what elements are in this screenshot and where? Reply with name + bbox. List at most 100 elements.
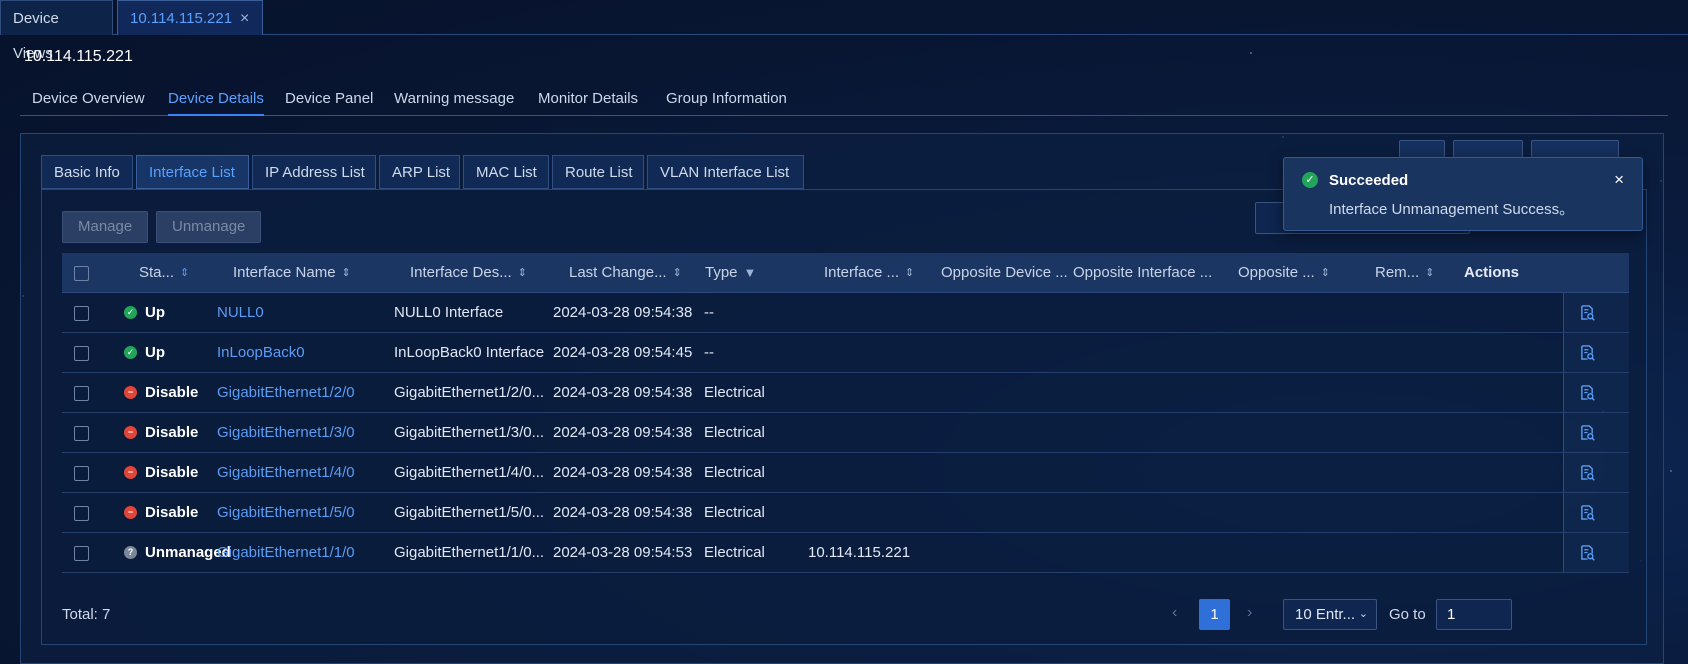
row-checkbox[interactable] bbox=[74, 346, 89, 361]
actions-cell bbox=[1563, 293, 1629, 332]
table-row: − Disable GigabitEthernet1/2/0 GigabitEther… bbox=[62, 373, 1629, 413]
interface-name-link[interactable]: NULL0 bbox=[217, 293, 264, 333]
subtab-ip-address-list[interactable]: IP Address List bbox=[252, 155, 376, 189]
check-circle-icon: ✓ bbox=[124, 345, 137, 359]
table-row: ✓ Up NULL0 NULL0 Interface 2024-03-28 09:54:… bbox=[62, 293, 1629, 333]
tab-device-details[interactable]: Device Details bbox=[168, 90, 264, 116]
header-opposite-interface[interactable]: Opposite Interface ... bbox=[1073, 253, 1212, 293]
subtab-mac-list[interactable]: MAC List bbox=[463, 155, 549, 189]
header-last-change[interactable]: Last Change... ⇕ bbox=[569, 253, 682, 293]
prev-page-icon[interactable]: ‹ bbox=[1172, 604, 1177, 622]
row-checkbox[interactable] bbox=[74, 506, 89, 521]
interface-type: Electrical bbox=[704, 424, 765, 441]
select-all-checkbox[interactable] bbox=[74, 266, 89, 281]
header-label: Opposite ... bbox=[1238, 264, 1315, 281]
subtab-arp-list[interactable]: ARP List bbox=[379, 155, 460, 189]
interface-name-link[interactable]: GigabitEthernet1/2/0 bbox=[217, 373, 355, 413]
minus-circle-icon: − bbox=[124, 465, 137, 479]
page-size-select[interactable]: 10 Entr... ⌄ bbox=[1283, 599, 1377, 630]
page-number-button[interactable]: 1 bbox=[1199, 599, 1230, 630]
sort-icon[interactable]: ⇕ bbox=[180, 268, 189, 279]
close-icon[interactable]: × bbox=[1614, 170, 1624, 190]
last-change-time: 2024-03-28 09:54:38 bbox=[553, 304, 693, 321]
row-checkbox[interactable] bbox=[74, 306, 89, 321]
device-tabs: Device Overview Device Details Device Pa… bbox=[20, 84, 1668, 116]
actions-cell bbox=[1563, 333, 1629, 372]
toast-message: Interface Unmanagement Success。 bbox=[1329, 201, 1575, 218]
check-circle-icon: ✓ bbox=[124, 305, 137, 319]
subtab-route-list[interactable]: Route List bbox=[552, 155, 644, 189]
header-actions: Actions bbox=[1464, 264, 1520, 281]
page-size-value: 10 Entr... bbox=[1295, 606, 1356, 623]
unmanage-button[interactable]: Unmanage bbox=[156, 211, 262, 243]
detail-search-icon[interactable] bbox=[1580, 305, 1595, 321]
interface-description: NULL0 Interface bbox=[394, 304, 504, 321]
detail-search-icon[interactable] bbox=[1580, 545, 1595, 561]
detail-search-icon[interactable] bbox=[1580, 345, 1595, 361]
header-opposite[interactable]: Opposite ... ⇕ bbox=[1238, 253, 1330, 293]
detail-search-icon[interactable] bbox=[1580, 385, 1595, 401]
interface-name-link[interactable]: GigabitEthernet1/4/0 bbox=[217, 453, 355, 493]
minus-circle-icon: − bbox=[124, 385, 137, 399]
interface-type: Electrical bbox=[704, 384, 765, 401]
header-status[interactable]: Sta... ⇕ bbox=[139, 253, 189, 293]
minus-circle-icon: − bbox=[124, 425, 137, 439]
detail-search-icon[interactable] bbox=[1580, 505, 1595, 521]
header-label: Sta... bbox=[139, 264, 175, 281]
status-cell: − Disable bbox=[124, 493, 198, 533]
goto-page-input[interactable] bbox=[1436, 599, 1512, 630]
next-page-icon[interactable]: › bbox=[1247, 604, 1252, 622]
subtab-vlan-interface-list[interactable]: VLAN Interface List bbox=[647, 155, 804, 189]
sort-icon[interactable]: ⇕ bbox=[905, 268, 914, 279]
minus-circle-icon: − bbox=[124, 505, 137, 519]
header-interface[interactable]: Interface ... ⇕ bbox=[824, 253, 914, 293]
interface-name-link[interactable]: GigabitEthernet1/1/0 bbox=[217, 533, 355, 573]
header-type[interactable]: Type ▼ bbox=[705, 253, 756, 293]
header-interface-name[interactable]: Interface Name ⇕ bbox=[233, 253, 351, 293]
interface-description: InLoopBack0 Interface bbox=[394, 344, 545, 361]
subtab-basic-info[interactable]: Basic Info bbox=[41, 155, 133, 189]
sort-icon[interactable]: ⇕ bbox=[1321, 268, 1330, 279]
tab-warning-message[interactable]: Warning message bbox=[394, 90, 514, 116]
detail-search-icon[interactable] bbox=[1580, 465, 1595, 481]
interface-name-link[interactable]: InLoopBack0 bbox=[217, 333, 305, 373]
filter-icon[interactable]: ▼ bbox=[744, 266, 757, 279]
sort-icon[interactable]: ⇕ bbox=[342, 268, 351, 279]
header-interface-description[interactable]: Interface Des... ⇕ bbox=[410, 253, 527, 293]
table-row: ? Unmanaged GigabitEthernet1/1/0 GigabitEth… bbox=[62, 533, 1629, 573]
detail-search-icon[interactable] bbox=[1580, 425, 1595, 441]
row-checkbox[interactable] bbox=[74, 426, 89, 441]
sort-icon[interactable]: ⇕ bbox=[518, 268, 527, 279]
interface-description: GigabitEthernet1/1/0... bbox=[394, 544, 545, 561]
interface-ip: 10.114.115.221 bbox=[808, 544, 911, 561]
row-checkbox[interactable] bbox=[74, 466, 89, 481]
interface-list-container: Manage Unmanage Sta... ⇕ Interface Name ⇕ … bbox=[41, 189, 1647, 645]
close-icon[interactable]: × bbox=[240, 10, 249, 27]
tab-device-overview[interactable]: Device Overview bbox=[32, 90, 145, 116]
table-row: − Disable GigabitEthernet1/4/0 GigabitEther… bbox=[62, 453, 1629, 493]
actions-cell bbox=[1563, 533, 1629, 572]
tab-device-views[interactable]: Device Views bbox=[0, 0, 113, 62]
manage-button[interactable]: Manage bbox=[62, 211, 149, 243]
interface-description: GigabitEthernet1/5/0... bbox=[394, 504, 545, 521]
status-cell: ✓ Up bbox=[124, 333, 165, 373]
row-checkbox[interactable] bbox=[74, 386, 89, 401]
header-remark[interactable]: Rem... ⇕ bbox=[1375, 253, 1434, 293]
tab-monitor-details[interactable]: Monitor Details bbox=[538, 90, 638, 116]
actions-cell bbox=[1563, 373, 1629, 412]
header-label: Interface Des... bbox=[410, 264, 512, 281]
interface-name-link[interactable]: GigabitEthernet1/3/0 bbox=[217, 413, 355, 453]
row-checkbox[interactable] bbox=[74, 546, 89, 561]
interface-description: GigabitEthernet1/2/0... bbox=[394, 384, 545, 401]
sort-icon[interactable]: ⇕ bbox=[673, 268, 682, 279]
interface-name-link[interactable]: GigabitEthernet1/5/0 bbox=[217, 493, 355, 533]
page-title: 10.114.115.221 bbox=[24, 48, 133, 65]
header-opposite-device[interactable]: Opposite Device ... bbox=[941, 253, 1068, 293]
subtab-interface-list[interactable]: Interface List bbox=[136, 155, 249, 189]
sort-icon[interactable]: ⇕ bbox=[1425, 268, 1434, 279]
tab-device-ip[interactable]: 10.114.115.221 × bbox=[117, 0, 263, 35]
header-label: Opposite Interface ... bbox=[1073, 264, 1213, 281]
tab-group-information[interactable]: Group Information bbox=[666, 90, 787, 116]
tab-device-panel[interactable]: Device Panel bbox=[285, 90, 373, 116]
header-label: Type bbox=[705, 264, 738, 281]
